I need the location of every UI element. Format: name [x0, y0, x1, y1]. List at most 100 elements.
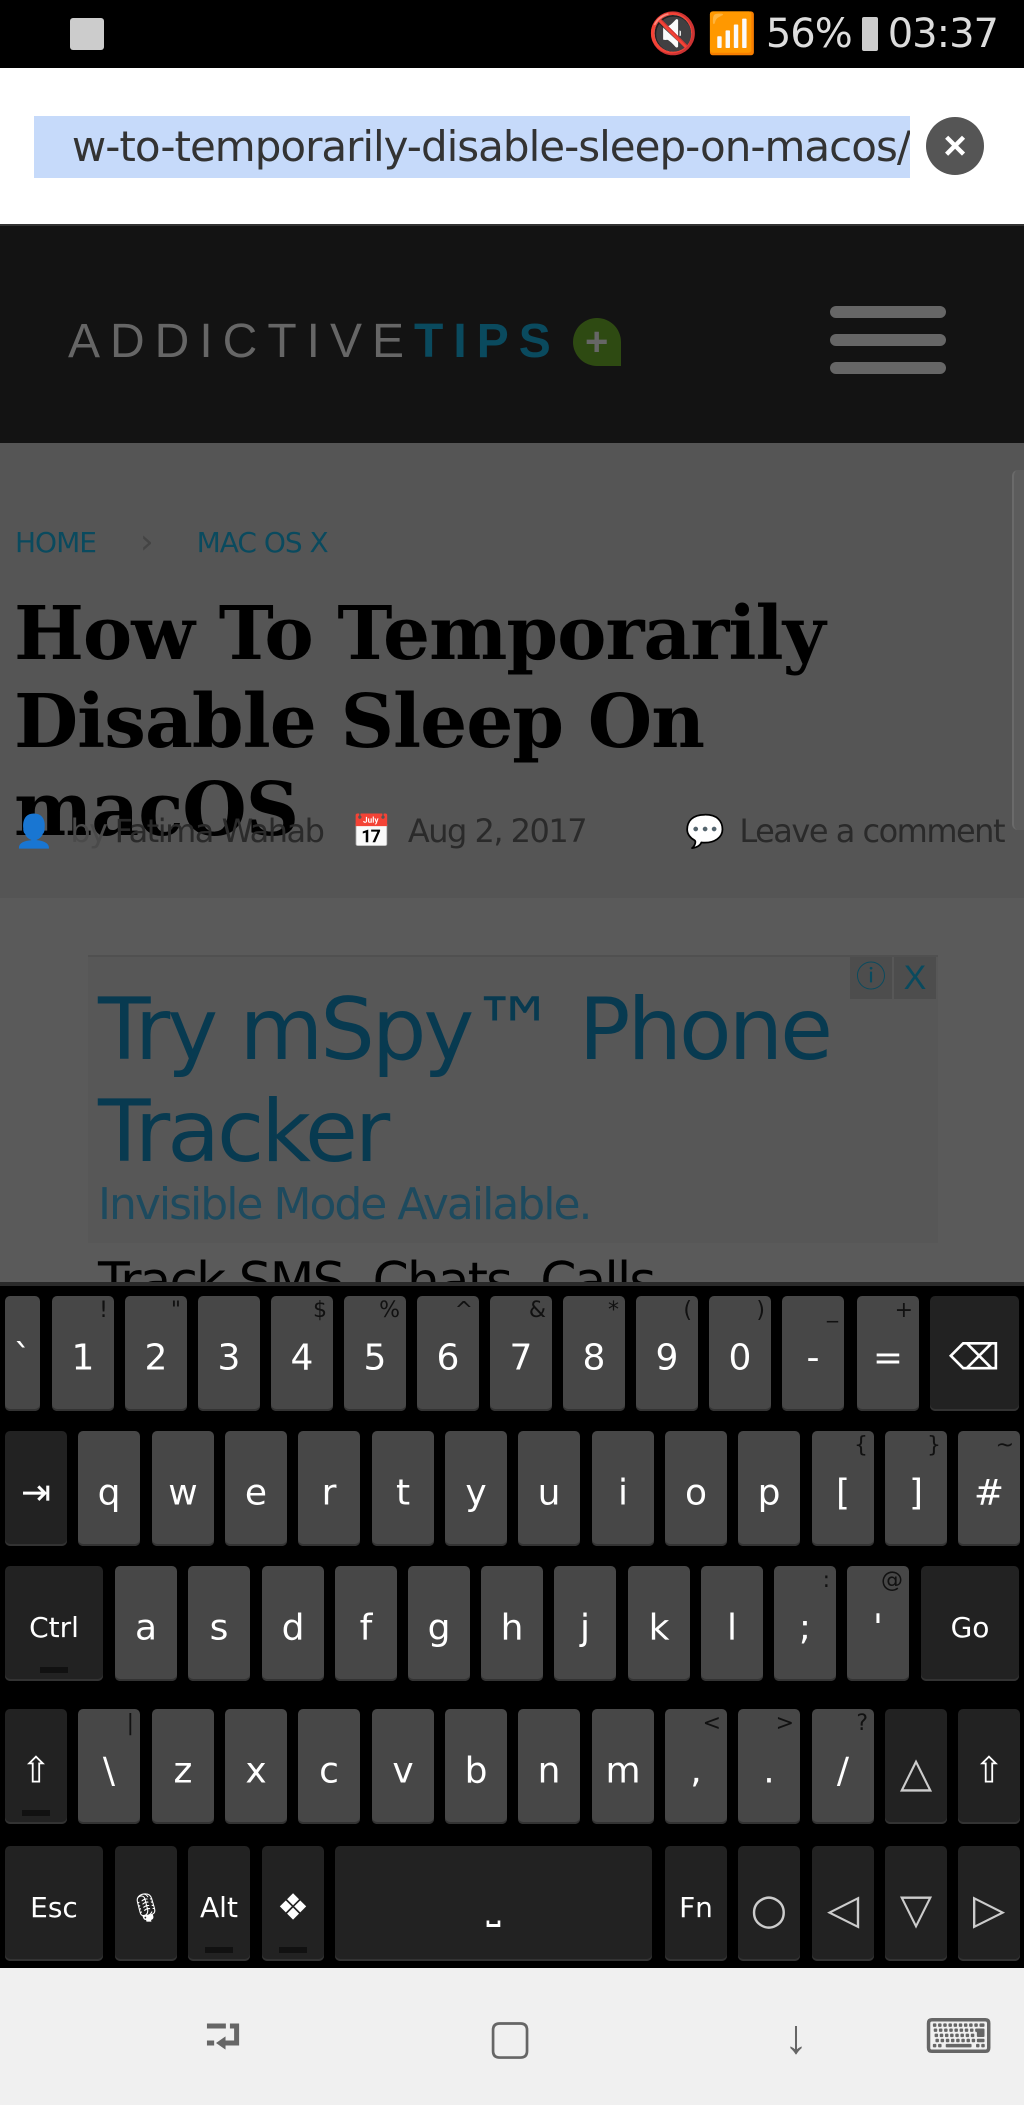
key-a[interactable]: a	[115, 1566, 177, 1681]
breadcrumb-category[interactable]: MAC OS X	[197, 526, 329, 559]
hamburger-menu-icon[interactable]	[830, 306, 946, 378]
key-down-arrow[interactable]: ▽	[885, 1846, 947, 1961]
key-r[interactable]: r	[298, 1431, 360, 1546]
key-`[interactable]: `	[5, 1296, 40, 1411]
key-label: ;	[798, 1607, 812, 1649]
key-dpad[interactable]: ❖	[262, 1846, 324, 1961]
site-header: ADDICTIVE TIPS +	[0, 226, 1024, 443]
key-3[interactable]: 3	[198, 1296, 260, 1411]
key-space[interactable]: ⎵	[335, 1846, 652, 1961]
key-7[interactable]: 7 &	[490, 1296, 552, 1411]
key-][interactable]: ]}	[885, 1431, 947, 1546]
key-c[interactable]: c	[298, 1709, 360, 1824]
recent-apps-icon[interactable]: ⮒	[193, 2008, 253, 2068]
key-\[interactable]: \ |	[78, 1709, 140, 1824]
site-logo[interactable]: ADDICTIVE TIPS +	[68, 314, 621, 369]
key-s[interactable]: s	[188, 1566, 250, 1681]
right-arrow-icon: ▷	[972, 1883, 1006, 1933]
key-o[interactable]: o	[665, 1431, 727, 1546]
home-icon[interactable]: ▢	[480, 2008, 540, 2068]
breadcrumb-home[interactable]: HOME	[15, 526, 97, 559]
key-microphone[interactable]: 🎙	[115, 1846, 177, 1961]
key-/[interactable]: /?	[812, 1709, 874, 1824]
user-icon: 👤	[14, 812, 54, 850]
key-,[interactable]: , <	[665, 1709, 727, 1824]
key-h[interactable]: h	[481, 1566, 543, 1681]
key-8[interactable]: 8 *	[563, 1296, 625, 1411]
hide-keyboard-icon[interactable]: ↓	[766, 2008, 826, 2068]
key-shift-left[interactable]: ⇧	[5, 1709, 67, 1824]
key-go[interactable]: Go	[921, 1566, 1019, 1681]
key-l[interactable]: l	[701, 1566, 763, 1681]
tab-icon: ⇥	[20, 1472, 52, 1514]
key-'[interactable]: ' @	[847, 1566, 909, 1681]
key-label: n	[537, 1750, 561, 1792]
key-p[interactable]: p	[738, 1431, 800, 1546]
scrollbar[interactable]	[1012, 470, 1024, 830]
key-=[interactable]: = +	[857, 1296, 919, 1411]
key-b[interactable]: b	[445, 1709, 507, 1824]
key-ctrl[interactable]: Ctrl	[5, 1566, 103, 1681]
key-u[interactable]: u	[518, 1431, 580, 1546]
key-hint: >	[775, 1711, 794, 1736]
go-icon: Go	[950, 1610, 990, 1644]
key-fn[interactable]: Fn	[665, 1846, 727, 1961]
key-label: `	[13, 1337, 32, 1379]
comment-icon: 💬	[684, 812, 725, 850]
key-x[interactable]: x	[225, 1709, 287, 1824]
key-home[interactable]: ○	[738, 1846, 800, 1961]
ad-title[interactable]: Try mSpy™ Phone Tracker	[98, 979, 858, 1183]
key-;[interactable]: ;:	[774, 1566, 836, 1681]
key-t[interactable]: t	[372, 1431, 434, 1546]
key-2[interactable]: 2 "	[125, 1296, 187, 1411]
key-left-arrow[interactable]: ◁	[812, 1846, 874, 1961]
key-label: w	[168, 1472, 198, 1514]
key-m[interactable]: m	[592, 1709, 654, 1824]
key-4[interactable]: 4 $	[271, 1296, 333, 1411]
key--[interactable]: - _	[782, 1296, 844, 1411]
keyboard-switch-icon[interactable]: ⌨	[924, 2008, 993, 2068]
key-tab[interactable]: ⇥	[5, 1431, 67, 1546]
key-6[interactable]: 6 ^	[417, 1296, 479, 1411]
clear-url-icon[interactable]: ×	[926, 117, 984, 175]
ad-info-icon[interactable]: ⓘ	[850, 957, 892, 999]
key-n[interactable]: n	[518, 1709, 580, 1824]
key-g[interactable]: g	[408, 1566, 470, 1681]
key-#[interactable]: # ~	[958, 1431, 1020, 1546]
key-esc[interactable]: Esc	[5, 1846, 103, 1961]
key-5[interactable]: 5%	[344, 1296, 406, 1411]
key-y[interactable]: y	[445, 1431, 507, 1546]
key-right-arrow[interactable]: ▷	[958, 1846, 1020, 1961]
key-up-arrow[interactable]: △	[885, 1709, 947, 1824]
key-hint: ?	[856, 1711, 868, 1736]
key-shift-right[interactable]: ⇧	[958, 1709, 1020, 1824]
ad-banner[interactable]: Try mSpy™ Phone Tracker Invisible Mode A…	[88, 955, 938, 1243]
key-f[interactable]: f	[335, 1566, 397, 1681]
key-q[interactable]: q	[78, 1431, 140, 1546]
key-.[interactable]: . >	[738, 1709, 800, 1824]
key-w[interactable]: w	[152, 1431, 214, 1546]
key-d[interactable]: d	[262, 1566, 324, 1681]
fn-icon: Fn	[679, 1890, 713, 1924]
key-0[interactable]: 0)	[709, 1296, 771, 1411]
key-alt[interactable]: Alt	[188, 1846, 250, 1961]
modifier-indicator	[22, 1810, 50, 1816]
key-z[interactable]: z	[152, 1709, 214, 1824]
key-j[interactable]: j	[554, 1566, 616, 1681]
key-hint: }	[927, 1433, 941, 1458]
key-i[interactable]: i	[592, 1431, 654, 1546]
ad-close-icon[interactable]: X	[894, 957, 936, 999]
key-label: 8	[582, 1337, 606, 1379]
key-v[interactable]: v	[372, 1709, 434, 1824]
key-k[interactable]: k	[628, 1566, 690, 1681]
key-label: t	[395, 1472, 411, 1514]
key-[[interactable]: [{	[812, 1431, 874, 1546]
key-backspace[interactable]: ⌫	[930, 1296, 1019, 1411]
key-label: k	[648, 1607, 670, 1649]
url-input[interactable]: w-to-temporarily-disable-sleep-on-macos/	[34, 116, 910, 178]
leave-comment-link[interactable]: Leave a comment	[739, 812, 1005, 850]
key-9[interactable]: 9(	[636, 1296, 698, 1411]
key-1[interactable]: 1!	[52, 1296, 114, 1411]
author-link[interactable]: Fatima Wahab	[115, 812, 325, 850]
key-e[interactable]: e	[225, 1431, 287, 1546]
